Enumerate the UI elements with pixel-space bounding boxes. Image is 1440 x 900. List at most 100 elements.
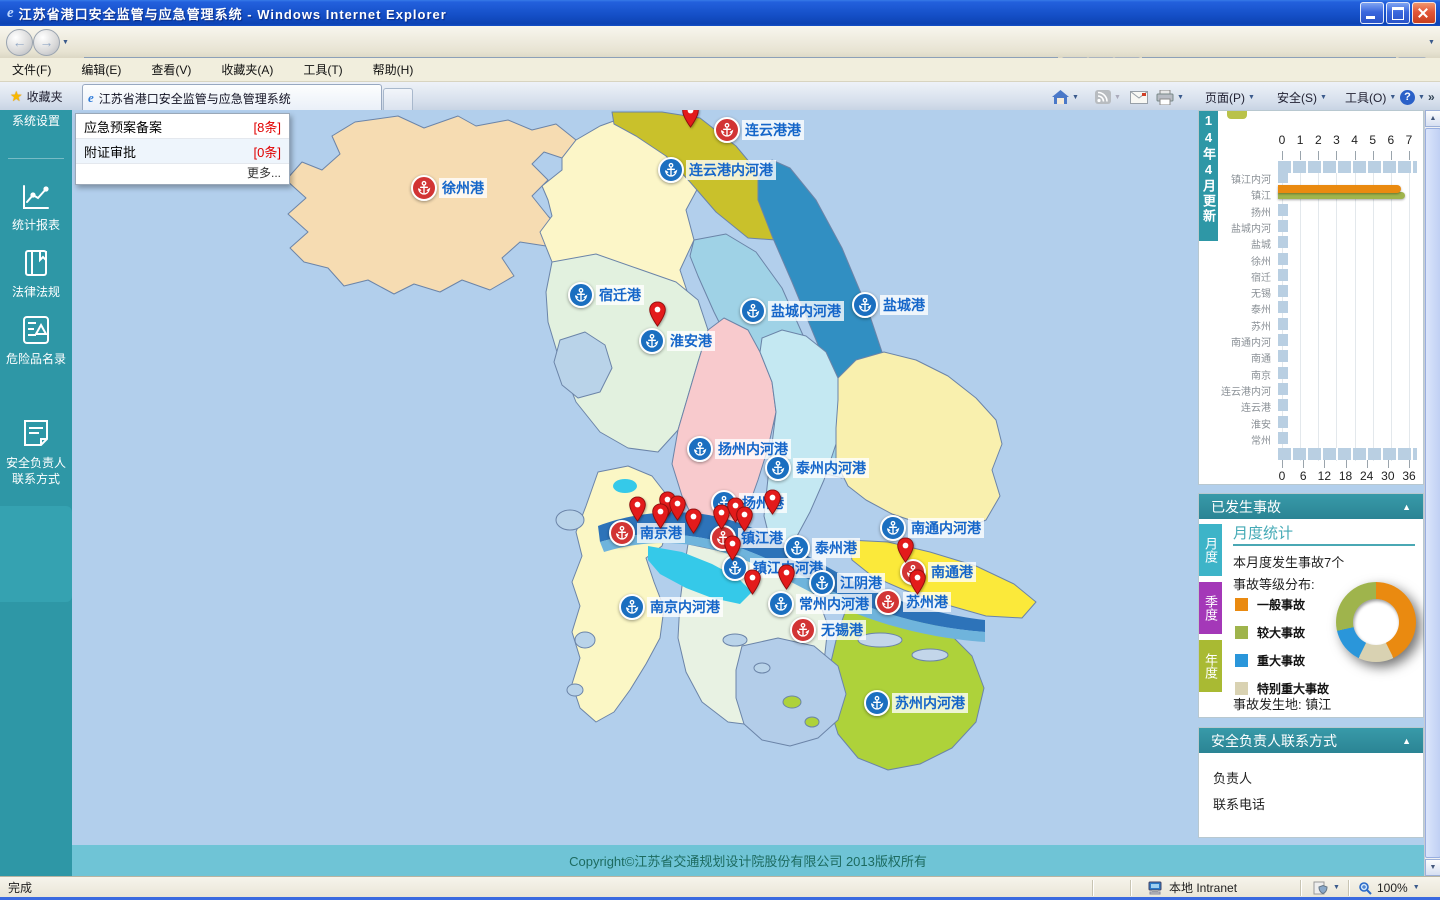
- quick-menu-item-plans[interactable]: 应急预案备案 [8条]: [76, 114, 289, 139]
- accident-pin[interactable]: [763, 489, 782, 515]
- menu-favorites[interactable]: 收藏夹(A): [221, 61, 273, 78]
- home-dropdown-icon[interactable]: ▼: [1072, 94, 1079, 101]
- tab-active[interactable]: e 江苏省港口安全监管与应急管理系统: [82, 84, 382, 111]
- feeds-button[interactable]: ▼: [1095, 87, 1121, 107]
- page-menu-button[interactable]: 页面(P) ▼: [1205, 87, 1255, 107]
- port-marker-宿迁港[interactable]: [568, 282, 594, 308]
- port-marker-南京港[interactable]: [609, 520, 635, 546]
- accident-pin[interactable]: [723, 535, 742, 561]
- search-options-dropdown-icon[interactable]: ▼: [1428, 39, 1435, 46]
- port-marker-盐城港[interactable]: [852, 292, 878, 318]
- accident-pin[interactable]: [777, 564, 796, 590]
- scrollbar-thumb[interactable]: [1425, 128, 1440, 858]
- accident-pin[interactable]: [684, 508, 703, 534]
- protected-mode-dropdown-icon[interactable]: ▼: [1333, 884, 1340, 891]
- feeds-dropdown-icon[interactable]: ▼: [1114, 94, 1121, 101]
- port-marker-无锡港[interactable]: [790, 617, 816, 643]
- anchor-icon: [869, 695, 885, 711]
- back-button[interactable]: ←: [6, 29, 33, 56]
- scroll-up-button[interactable]: ▲: [1425, 110, 1440, 127]
- location-pin-icon: [743, 569, 762, 595]
- safety-menu-button[interactable]: 安全(S) ▼: [1277, 87, 1327, 107]
- menu-help[interactable]: 帮助(H): [373, 61, 414, 78]
- accident-pin[interactable]: [896, 537, 915, 563]
- tab-yearly[interactable]: 年度: [1199, 640, 1222, 692]
- tab-quarterly[interactable]: 季度: [1199, 582, 1222, 634]
- print-dropdown-icon[interactable]: ▼: [1177, 94, 1184, 101]
- history-dropdown-icon[interactable]: ▼: [62, 39, 69, 46]
- tab-monthly[interactable]: 月度: [1199, 524, 1222, 576]
- port-marker-苏州港[interactable]: [875, 589, 901, 615]
- help-button[interactable]: ? ▼: [1400, 87, 1425, 107]
- chart-zero-stub: [1278, 269, 1288, 281]
- collapse-arrow-icon[interactable]: ▲: [1402, 736, 1411, 746]
- port-marker-连云港内河港[interactable]: [658, 157, 684, 183]
- chart-tick: [1346, 460, 1347, 468]
- favorites-button[interactable]: ★ 收藏夹: [4, 85, 69, 107]
- zoom-dropdown-icon[interactable]: ▼: [1413, 884, 1420, 891]
- accident-pin[interactable]: [908, 569, 927, 595]
- port-marker-连云港港[interactable]: [714, 117, 740, 143]
- anchor-icon: [644, 333, 660, 349]
- port-label-南通内河港: 南通内河港: [908, 518, 984, 538]
- read-mail-button[interactable]: [1130, 87, 1148, 107]
- scroll-down-button[interactable]: ▼: [1425, 859, 1440, 876]
- accident-pin[interactable]: [681, 110, 700, 128]
- menu-file[interactable]: 文件(F): [12, 61, 51, 78]
- right-panel: 14年4月更新 01234567061218243036镇江内河镇江扬州盐城内河…: [1198, 110, 1424, 876]
- port-marker-淮安港[interactable]: [639, 328, 665, 354]
- port-marker-常州内河港[interactable]: [768, 591, 794, 617]
- zoom-control[interactable]: 100% ▼: [1358, 877, 1420, 898]
- restore-button[interactable]: [1386, 2, 1410, 24]
- chart-tick: [1373, 151, 1374, 160]
- tools-menu-button[interactable]: 工具(O) ▼: [1345, 87, 1396, 107]
- accident-pin[interactable]: [743, 569, 762, 595]
- accident-pin[interactable]: [648, 301, 667, 327]
- toolbar-overflow-button[interactable]: »: [1428, 87, 1435, 107]
- accidents-panel-header[interactable]: 已发生事故 ▲: [1199, 494, 1423, 519]
- protected-mode-button[interactable]: ▼: [1312, 877, 1340, 898]
- port-marker-徐州港[interactable]: [411, 175, 437, 201]
- donut-hole: [1353, 599, 1399, 645]
- port-marker-扬州内河港[interactable]: [687, 436, 713, 462]
- home-button[interactable]: ▼: [1052, 87, 1079, 107]
- accident-pin[interactable]: [735, 506, 754, 532]
- port-marker-南京内河港[interactable]: [619, 594, 645, 620]
- menu-edit[interactable]: 编辑(E): [81, 61, 121, 78]
- chart-category-label: 无锡: [1251, 285, 1271, 300]
- sidebar-item-hazmat[interactable]: 危险品名录: [0, 352, 72, 367]
- sidebar-item-law[interactable]: 法律法规: [0, 285, 72, 300]
- sidebar-item-system-settings[interactable]: 系统设置: [0, 114, 72, 129]
- port-marker-泰州内河港[interactable]: [765, 455, 791, 481]
- mail-icon: [1130, 91, 1148, 104]
- port-marker-苏州内河港[interactable]: [864, 690, 890, 716]
- accident-pin[interactable]: [651, 503, 670, 529]
- chart-zero-stub: [1278, 171, 1288, 183]
- forward-button[interactable]: →: [33, 29, 60, 56]
- port-marker-盐城内河港[interactable]: [740, 298, 766, 324]
- page-dropdown-icon: ▼: [1248, 94, 1255, 101]
- anchor-icon: [789, 540, 805, 556]
- print-button[interactable]: ▼: [1156, 87, 1184, 107]
- accident-pin[interactable]: [628, 496, 647, 522]
- chart-gridline: [1300, 161, 1301, 461]
- quick-menu-more-link[interactable]: 更多...: [247, 164, 281, 181]
- close-button[interactable]: [1412, 2, 1436, 24]
- sidebar-item-contacts[interactable]: [0, 506, 72, 602]
- vertical-scrollbar[interactable]: ▲ ▼: [1424, 110, 1440, 876]
- menu-view[interactable]: 查看(V): [151, 61, 191, 78]
- collapse-arrow-icon[interactable]: ▲: [1402, 502, 1411, 512]
- chart-tick: [1355, 151, 1356, 160]
- contacts-panel-header[interactable]: 安全负责人联系方式 ▲: [1199, 728, 1423, 753]
- quick-menu-item-approval[interactable]: 附证审批 [0条]: [76, 139, 289, 164]
- sidebar-item-statistics[interactable]: 统计报表: [0, 218, 72, 233]
- tab-new[interactable]: [383, 88, 413, 110]
- contact-sheet-icon: [21, 418, 51, 448]
- province-map[interactable]: 连云港港连云港内河港徐州港宿迁港盐城内河港盐城港淮安港扬州内河港泰州内河港扬州港…: [72, 110, 1198, 876]
- menu-tools[interactable]: 工具(T): [303, 61, 342, 78]
- port-marker-江阴港[interactable]: [809, 570, 835, 596]
- port-label-南京内河港: 南京内河港: [647, 597, 723, 617]
- chart-zero-stub: [1278, 220, 1288, 232]
- chart-gridline: [1373, 161, 1374, 461]
- minimize-button[interactable]: [1360, 2, 1384, 24]
